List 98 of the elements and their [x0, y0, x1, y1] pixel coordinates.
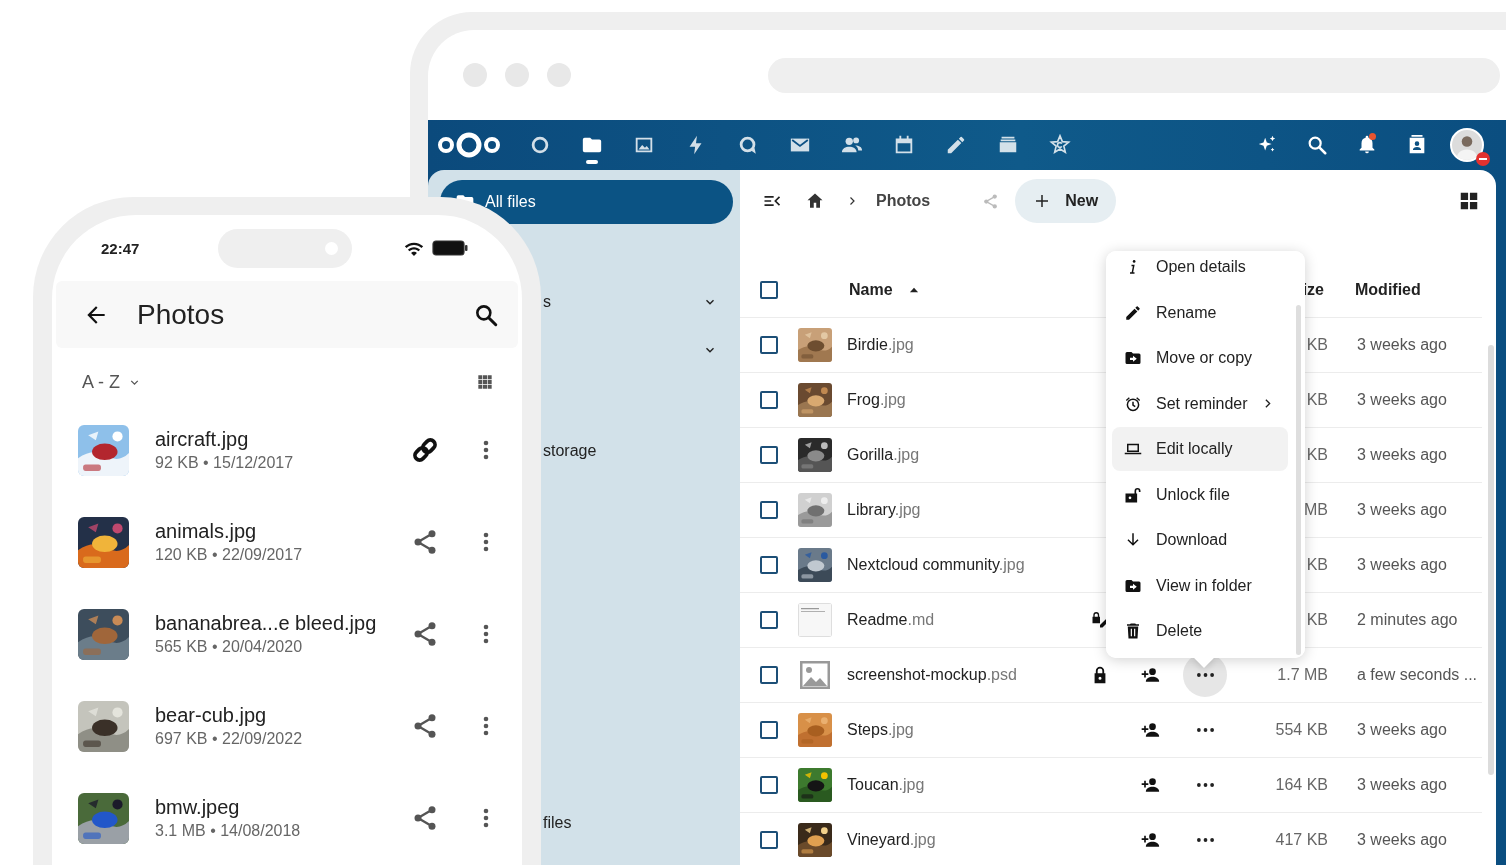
checkbox[interactable]: [760, 776, 778, 794]
folder-arrow-icon: [1124, 349, 1142, 367]
file-details: 92 KB • 15/12/2017: [155, 454, 294, 472]
star-icon[interactable]: [1049, 134, 1071, 156]
status-time: 22:47: [101, 239, 141, 257]
file-details: 3.1 MB • 14/08/2018: [155, 822, 301, 840]
document-preview: [798, 603, 832, 637]
grid-icon[interactable]: [1458, 190, 1480, 212]
file-details: 697 KB • 22/09/2022: [155, 730, 303, 748]
column-header[interactable]: Modified: [1355, 281, 1421, 299]
checkbox[interactable]: [760, 336, 778, 354]
avatar[interactable]: [1450, 128, 1484, 162]
search-icon[interactable]: [1306, 134, 1328, 156]
file-size: 417 KB: [1275, 831, 1328, 849]
breadcrumb[interactable]: Photos: [876, 192, 931, 210]
checkbox[interactable]: [760, 391, 778, 409]
checkbox[interactable]: [760, 831, 778, 849]
checkbox[interactable]: [760, 666, 778, 684]
pencil-icon[interactable]: [945, 134, 967, 156]
open-padlock-icon: [1124, 485, 1142, 504]
menu-item[interactable]: Delete: [1112, 609, 1288, 653]
screen-title: Photos: [137, 298, 225, 331]
scrollbar[interactable]: [1296, 305, 1301, 655]
file-name[interactable]: screenshot-mockup.psd: [847, 666, 1083, 684]
file-size: MB: [1304, 501, 1328, 519]
file-name[interactable]: Vineyard.jpg: [847, 831, 1083, 849]
logo[interactable]: [437, 130, 501, 160]
grid-icon[interactable]: [477, 374, 493, 390]
modified-time: 3 weeks ago: [1357, 446, 1448, 464]
person-add-icon[interactable]: [1140, 665, 1160, 685]
menu-item[interactable]: Download: [1112, 518, 1288, 562]
sidebar-item[interactable]: s: [543, 278, 733, 326]
scrollbar[interactable]: [1488, 345, 1494, 775]
sidebar-item[interactable]: storage: [543, 427, 733, 475]
modified-time: 2 minutes ago: [1357, 611, 1459, 629]
modified-time: 3 weeks ago: [1357, 336, 1448, 354]
modified-time: 3 weeks ago: [1357, 391, 1448, 409]
file-details: 565 KB • 20/04/2020: [155, 638, 303, 656]
checkbox[interactable]: [760, 446, 778, 464]
file-name[interactable]: bananabrea...e bleed.jpg: [155, 612, 377, 635]
new-button[interactable]: New: [1015, 179, 1117, 223]
file-size: 164 KB: [1275, 776, 1328, 794]
menu-item[interactable]: Set reminder: [1112, 381, 1255, 426]
file-name[interactable]: Steps.jpg: [847, 721, 1083, 739]
file-name[interactable]: Birdie.jpg: [847, 336, 1083, 354]
column-header[interactable]: Name: [849, 281, 893, 299]
person-add-icon[interactable]: [1140, 775, 1160, 795]
menu-item[interactable]: Edit locally: [1112, 427, 1288, 471]
ring-icon[interactable]: [529, 134, 551, 156]
menu-item[interactable]: Rename: [1112, 290, 1288, 335]
menu-item[interactable]: Unlock file: [1112, 472, 1288, 517]
wifi-icon: [404, 240, 424, 256]
file-name[interactable]: Gorilla.jpg: [847, 446, 1083, 464]
modified-time: 3 weeks ago: [1357, 831, 1448, 849]
file-name[interactable]: Nextcloud community.jpg: [847, 556, 1083, 574]
menu-item[interactable]: Open details: [1112, 251, 1288, 289]
image-icon: [798, 658, 832, 692]
checkbox[interactable]: [760, 721, 778, 739]
home-icon[interactable]: [805, 191, 825, 211]
file-size: KB: [1306, 336, 1328, 354]
checkbox[interactable]: [760, 611, 778, 629]
person-add-icon[interactable]: [1140, 830, 1160, 850]
file-details: 120 KB • 22/09/2017: [155, 546, 303, 564]
trash-icon: [1124, 622, 1142, 640]
file-name[interactable]: bmw.jpeg: [155, 796, 240, 819]
pencil-icon: [1124, 303, 1142, 322]
file-size: KB: [1306, 446, 1328, 464]
modified-time: 3 weeks ago: [1357, 721, 1448, 739]
checkbox[interactable]: [760, 281, 778, 299]
file-name[interactable]: aircraft.jpg: [155, 428, 249, 451]
speech-bubble-icon[interactable]: [737, 134, 759, 156]
modified-time: 3 weeks ago: [1357, 776, 1448, 794]
menu-item[interactable]: Move or copy: [1112, 336, 1288, 380]
battery-icon: [432, 240, 468, 256]
file-size: KB: [1306, 556, 1328, 574]
modified-time: 3 weeks ago: [1357, 556, 1448, 574]
active-indicator: [586, 160, 598, 164]
menu-item[interactable]: View in folder: [1112, 563, 1288, 608]
link-icon[interactable]: [411, 436, 439, 464]
modified-time: a few seconds ...: [1357, 666, 1479, 684]
file-size: 1.7 MB: [1277, 666, 1328, 684]
file-size: KB: [1306, 611, 1328, 629]
file-size: KB: [1306, 391, 1328, 409]
file-name[interactable]: Toucan.jpg: [847, 776, 1083, 794]
person-add-icon[interactable]: [1140, 720, 1160, 740]
sort-dropdown[interactable]: A - Z: [82, 371, 120, 393]
modified-time: 3 weeks ago: [1357, 501, 1448, 519]
file-size: 554 KB: [1275, 721, 1328, 739]
file-name[interactable]: Library.jpg: [847, 501, 1083, 519]
sidebar-item[interactable]: files: [543, 799, 733, 847]
file-name[interactable]: Frog.jpg: [847, 391, 1083, 409]
file-name[interactable]: Readme.md: [847, 611, 1083, 629]
file-name[interactable]: animals.jpg: [155, 520, 257, 543]
calendar-icon[interactable]: [893, 134, 915, 156]
checkbox[interactable]: [760, 501, 778, 519]
checkbox[interactable]: [760, 556, 778, 574]
file-name[interactable]: bear-cub.jpg: [155, 704, 267, 727]
sidebar-item[interactable]: All files: [440, 180, 733, 224]
